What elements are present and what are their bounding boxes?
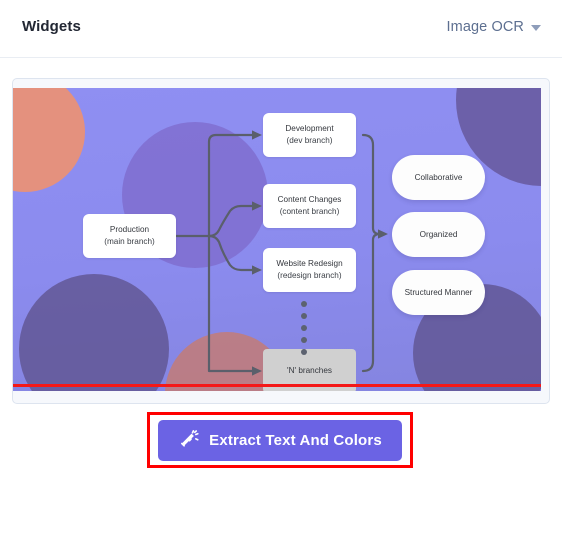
chevron-down-icon — [531, 25, 541, 31]
annotation-red-line — [13, 384, 541, 387]
page-title: Widgets — [22, 18, 81, 35]
pill-collaborative: Collaborative — [392, 155, 485, 200]
node-content-changes: Content Changes (content branch) — [263, 184, 356, 228]
ellipsis-dot — [301, 349, 307, 355]
node-production-line2: (main branch) — [104, 237, 155, 246]
ellipsis-dot — [301, 337, 307, 343]
pill-structured-manner: Structured Manner — [392, 270, 485, 315]
ellipsis-dot — [301, 313, 307, 319]
image-preview-card: Production (main branch) Development (de… — [12, 78, 550, 404]
mode-selector-label: Image OCR — [446, 19, 524, 35]
node-development-line2: (dev branch) — [286, 136, 333, 145]
uploaded-image[interactable]: Production (main branch) Development (de… — [13, 88, 541, 391]
node-development: Development (dev branch) — [263, 113, 356, 157]
widgets-page: Widgets Image OCR Production (main branc… — [0, 0, 562, 553]
node-n-branches-label: 'N' branches — [287, 366, 332, 376]
ellipsis-dot — [301, 325, 307, 331]
ellipsis-dot — [301, 301, 307, 307]
node-content-changes-line2: (content branch) — [279, 207, 340, 216]
extract-text-and-colors-label: Extract Text And Colors — [209, 432, 382, 449]
node-development-line1: Development — [285, 124, 334, 134]
pill-collaborative-label: Collaborative — [414, 173, 463, 182]
ellipsis-dots — [301, 301, 309, 361]
pill-organized: Organized — [392, 212, 485, 257]
node-content-changes-line1: Content Changes — [277, 195, 342, 205]
extract-text-and-colors-button[interactable]: Extract Text And Colors — [158, 420, 402, 461]
pill-structured-manner-label: Structured Manner — [404, 288, 473, 297]
node-website-redesign-line1: Website Redesign — [276, 259, 343, 269]
mode-selector[interactable]: Image OCR — [447, 19, 541, 35]
pill-organized-label: Organized — [419, 230, 458, 239]
node-production-line1: Production — [109, 225, 150, 235]
node-website-redesign-line2: (redesign branch) — [277, 271, 342, 280]
page-header: Widgets Image OCR — [0, 0, 562, 58]
node-website-redesign: Website Redesign (redesign branch) — [263, 248, 356, 292]
image-canvas: Production (main branch) Development (de… — [13, 88, 541, 391]
node-production: Production (main branch) — [83, 214, 176, 258]
magic-wand-icon — [178, 430, 199, 451]
